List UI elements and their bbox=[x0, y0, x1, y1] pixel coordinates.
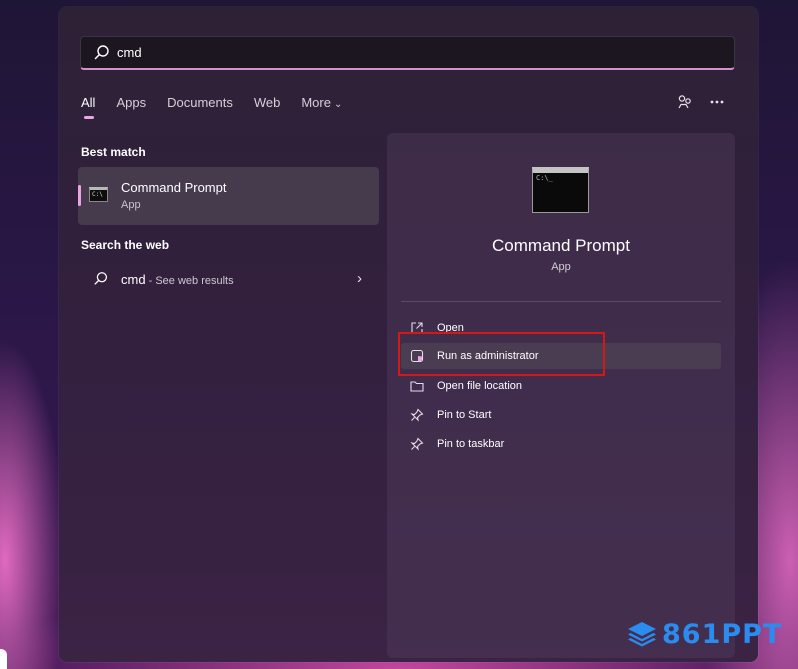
watermark: 861PPT bbox=[627, 617, 782, 651]
corner-mark bbox=[0, 649, 7, 669]
web-result-item[interactable]: cmd - See web results › bbox=[80, 266, 380, 294]
best-match-type: App bbox=[121, 199, 141, 211]
selection-indicator bbox=[78, 185, 81, 206]
pin-icon bbox=[409, 436, 425, 452]
search-icon bbox=[94, 272, 108, 285]
layers-logo-icon bbox=[628, 622, 656, 647]
detail-pane: C:\_ Command Prompt App Open Run as admi… bbox=[387, 133, 735, 658]
pin-icon bbox=[409, 407, 425, 423]
annotation-highlight-box bbox=[398, 332, 605, 376]
best-match-name: Command Prompt bbox=[121, 180, 227, 195]
command-prompt-icon: C:\_ bbox=[532, 167, 589, 213]
action-pin-to-taskbar-label: Pin to taskbar bbox=[437, 438, 505, 450]
folder-icon bbox=[409, 378, 425, 394]
tab-all[interactable]: All bbox=[81, 95, 95, 119]
best-match-item[interactable]: C:\ Command Prompt App bbox=[78, 167, 379, 225]
search-input[interactable]: cmd bbox=[117, 45, 142, 60]
command-prompt-icon: C:\ bbox=[89, 187, 108, 202]
search-box[interactable]: cmd bbox=[80, 36, 735, 70]
action-pin-to-start-label: Pin to Start bbox=[437, 409, 492, 421]
share-nodes-icon[interactable] bbox=[675, 92, 695, 112]
top-right-icons bbox=[675, 92, 739, 112]
web-query: cmd bbox=[121, 272, 146, 287]
action-open-file-location[interactable]: Open file location bbox=[401, 373, 721, 399]
divider bbox=[401, 301, 721, 302]
filter-tabs: All Apps Documents Web More ⌄ bbox=[81, 95, 363, 123]
watermark-text: 861PPT bbox=[662, 618, 783, 650]
tab-apps[interactable]: Apps bbox=[116, 95, 146, 111]
chevron-down-icon: ⌄ bbox=[333, 99, 343, 110]
best-match-heading: Best match bbox=[81, 145, 146, 159]
more-options-icon[interactable] bbox=[707, 92, 727, 112]
tab-more-label: More bbox=[301, 95, 331, 110]
search-web-heading: Search the web bbox=[81, 238, 170, 252]
search-icon bbox=[94, 44, 109, 59]
action-pin-to-start[interactable]: Pin to Start bbox=[401, 402, 721, 428]
tab-web[interactable]: Web bbox=[254, 95, 281, 111]
web-suffix: - See web results bbox=[145, 275, 234, 287]
detail-type: App bbox=[551, 261, 571, 273]
chevron-right-icon[interactable]: › bbox=[357, 270, 362, 287]
tab-documents[interactable]: Documents bbox=[167, 95, 233, 111]
detail-title: Command Prompt bbox=[492, 236, 630, 255]
tab-more[interactable]: More ⌄ bbox=[301, 95, 342, 113]
action-pin-to-taskbar[interactable]: Pin to taskbar bbox=[401, 431, 721, 457]
action-open-file-location-label: Open file location bbox=[437, 380, 522, 392]
web-result-text: cmd - See web results bbox=[121, 272, 234, 287]
